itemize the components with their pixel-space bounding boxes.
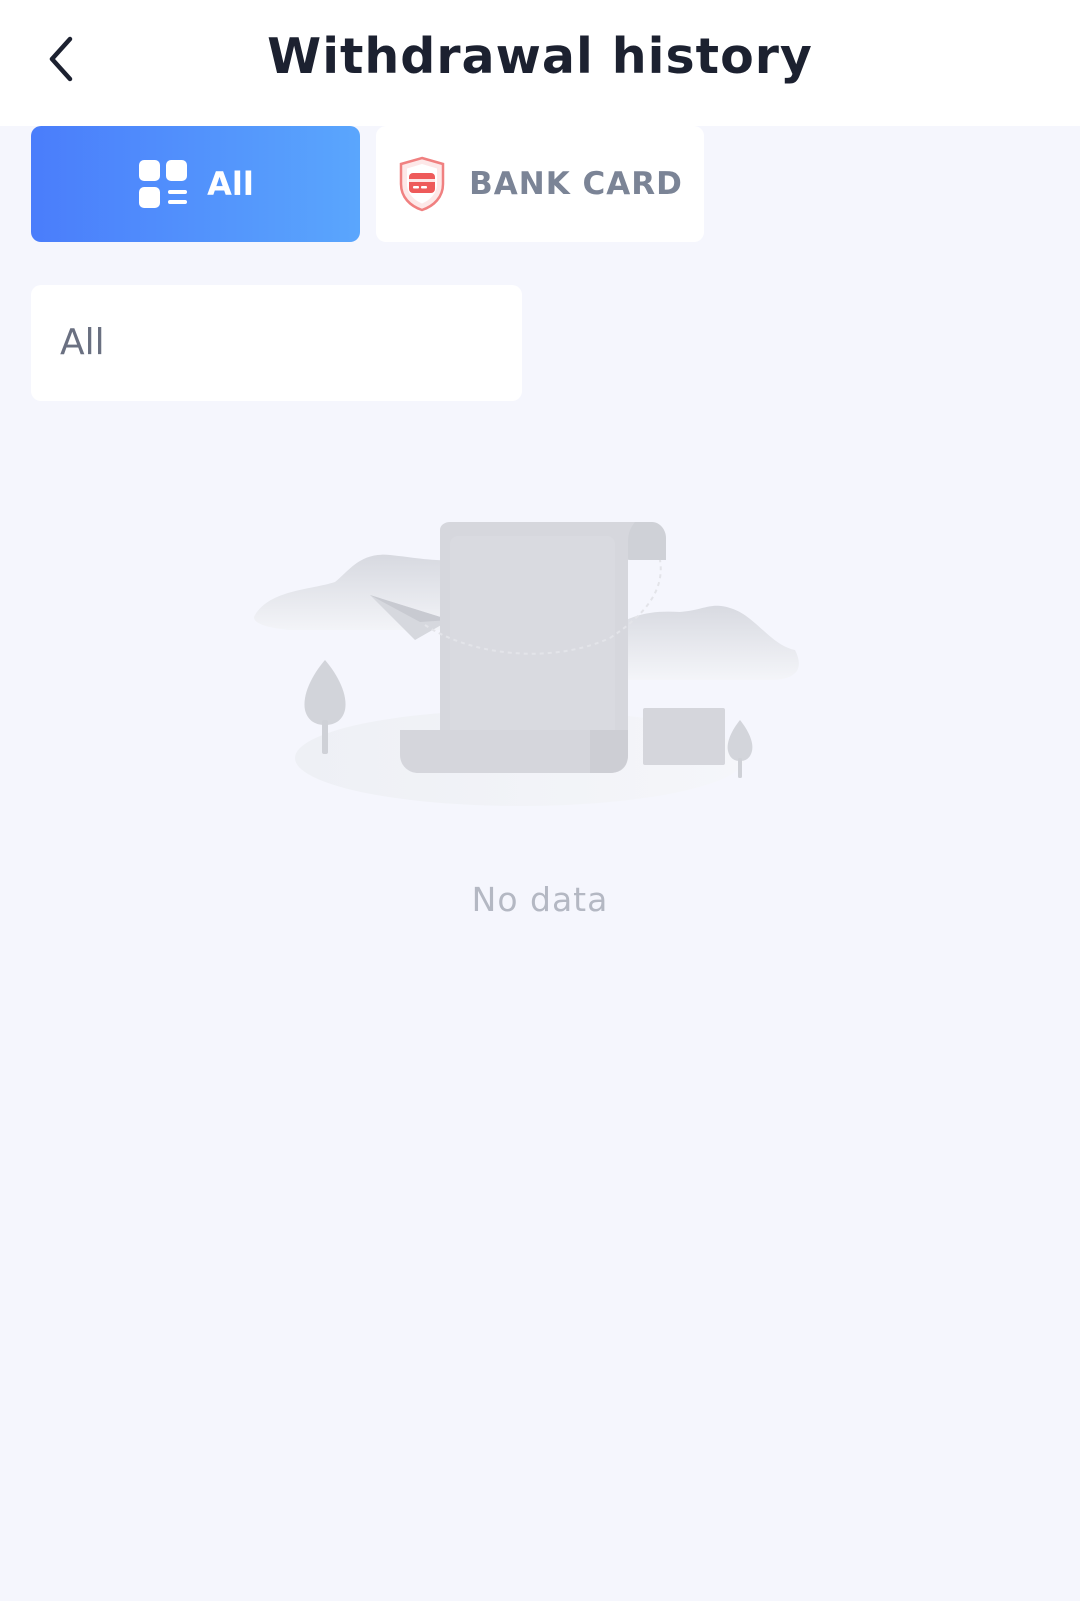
empty-receipt-illustration — [254, 522, 799, 806]
status-filter-value: All — [60, 322, 105, 363]
tab-bank-card[interactable]: BANK CARD — [376, 126, 704, 242]
page-title: Withdrawal history — [267, 28, 813, 85]
tab-all[interactable]: All — [31, 126, 360, 242]
status-filter-select[interactable]: All — [31, 285, 522, 401]
app-header: Withdrawal history — [0, 0, 1080, 126]
grid-list-icon — [139, 160, 188, 208]
tab-all-label: All — [207, 165, 254, 203]
empty-state-illustration — [250, 520, 810, 824]
tab-bank-card-label: BANK CARD — [469, 166, 683, 202]
shield-card-icon — [399, 156, 445, 212]
empty-state-text: No data — [471, 880, 609, 919]
